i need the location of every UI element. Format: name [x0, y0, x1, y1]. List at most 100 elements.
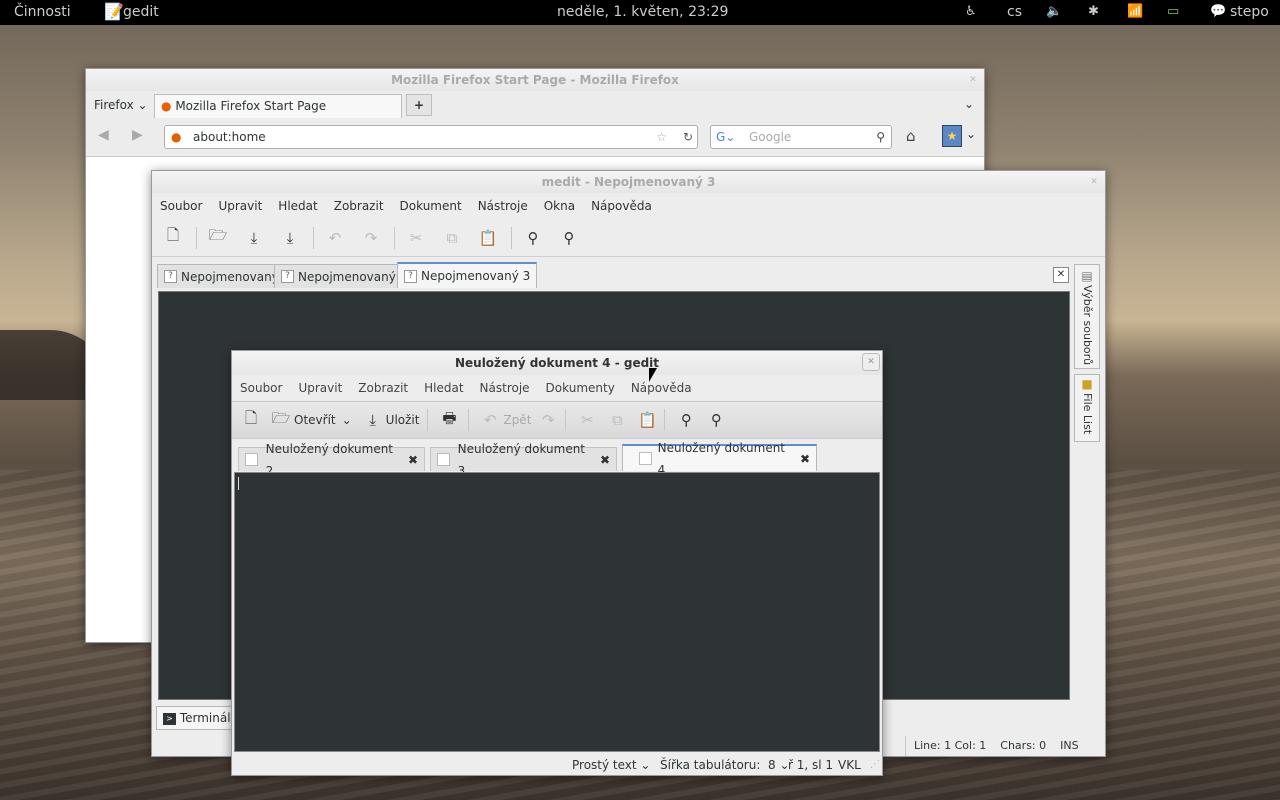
gedit-close-icon[interactable]: ✕ [862, 353, 880, 371]
tab-label: Nepojmenovaný 3 [421, 269, 531, 283]
text-cursor [238, 477, 239, 490]
paste-icon[interactable]: 📋 [634, 407, 660, 433]
side-tab-file-browser[interactable]: ▤ Výběr souborů [1074, 264, 1100, 369]
medit-menu-dokument[interactable]: Dokument [400, 199, 462, 213]
gedit-tab-4[interactable]: Neuložený dokument 4 ✖ [622, 441, 817, 477]
close-tab-icon[interactable]: ✕ [1053, 267, 1069, 283]
medit-tab-1[interactable]: ? Nepojmenovaný [157, 264, 286, 288]
undo-icon[interactable]: ↶ [322, 225, 348, 251]
copy-icon[interactable]: ⧉ [604, 407, 630, 433]
medit-close-icon[interactable]: ✕ [1089, 177, 1099, 187]
tab-width-selector[interactable]: Šířka tabulátoru: 8 ⌄ [660, 754, 790, 776]
close-tab-icon[interactable]: ✖ [800, 448, 810, 470]
medit-statusbar: Line: 1 Col: 1 Chars: 0 INS [905, 736, 1097, 756]
gedit-menu-soubor[interactable]: Soubor [240, 381, 282, 395]
side-tab-label: File List [1081, 393, 1094, 435]
bluetooth-icon[interactable]: ✱ [1088, 4, 1099, 19]
search-bar[interactable]: G⌄ Google ⚲ [710, 125, 892, 149]
gedit-menu-zobrazit[interactable]: Zobrazit [358, 381, 408, 395]
wifi-icon[interactable]: 📶 [1127, 4, 1143, 19]
find-replace-icon[interactable]: ⚲ [703, 407, 729, 433]
accessibility-icon[interactable]: ♿ [965, 4, 977, 19]
new-document-icon[interactable]: 🗋 [238, 407, 264, 433]
reload-icon[interactable]: ↻ [683, 126, 693, 148]
firefox-titlebar[interactable]: Mozilla Firefox Start Page - Mozilla Fir… [86, 69, 984, 91]
gedit-menu-hledat[interactable]: Hledat [424, 381, 463, 395]
user-menu[interactable]: stepo [1230, 4, 1269, 20]
side-tab-file-list[interactable]: ■ File List [1074, 374, 1100, 442]
save-icon[interactable]: ⤓ [360, 407, 386, 433]
clock[interactable]: neděle, 1. květen, 23:29 [557, 4, 728, 20]
battery-icon[interactable]: ▭ [1167, 4, 1179, 19]
bookmarks-icon[interactable]: ★ [942, 125, 962, 147]
app-menu[interactable]: gedit [123, 4, 159, 20]
terminal-tab[interactable]: > Terminál [156, 706, 232, 730]
separator [565, 409, 567, 431]
copy-icon[interactable]: ⧉ [439, 225, 465, 251]
firefox-menu-button[interactable]: Firefox ⌄ [94, 98, 148, 112]
open-recent-icon[interactable]: ⌄ [342, 413, 352, 427]
redo-icon[interactable]: ↷ [358, 225, 384, 251]
firefox-close-icon[interactable]: ✕ [968, 75, 978, 85]
save-icon[interactable]: ⤓ [241, 225, 267, 251]
find-icon[interactable]: ⚲ [520, 225, 546, 251]
medit-menu-zobrazit[interactable]: Zobrazit [334, 199, 384, 213]
keyboard-layout[interactable]: cs [1007, 4, 1022, 20]
google-engine-icon[interactable]: G⌄ [716, 126, 735, 148]
cut-icon[interactable]: ✂ [403, 225, 429, 251]
print-icon[interactable]: 🖶 [436, 407, 462, 433]
close-tab-icon[interactable]: ✖ [408, 449, 418, 471]
volume-icon[interactable]: 🔈 [1046, 4, 1062, 19]
save-as-icon[interactable]: ⤓ [277, 225, 303, 251]
search-icon[interactable]: ⚲ [876, 126, 885, 148]
gedit-menu-dokumenty[interactable]: Dokumenty [546, 381, 615, 395]
bookmarks-menu-icon[interactable]: ⌄ [966, 127, 976, 141]
url-bar[interactable]: ● about:home ☆ ↻ [164, 125, 698, 149]
close-tab-icon[interactable]: ✖ [600, 449, 610, 471]
medit-menu-okna[interactable]: Okna [544, 199, 575, 213]
gedit-titlebar[interactable]: Neuložený dokument 4 - gedit [232, 351, 882, 375]
medit-menu-napoveda[interactable]: Nápověda [591, 199, 652, 213]
gedit-menubar: Soubor Upravit Zobrazit Hledat Nástroje … [232, 375, 882, 401]
redo-icon[interactable]: ↷ [535, 407, 561, 433]
find-replace-icon[interactable]: ⚲ [556, 225, 582, 251]
firefox-tab-label: Mozilla Firefox Start Page [175, 99, 327, 113]
medit-menu-nastroje[interactable]: Nástroje [478, 199, 528, 213]
open-button-label[interactable]: Otevřít [294, 413, 336, 427]
paste-icon[interactable]: 📋 [475, 225, 501, 251]
medit-menu-hledat[interactable]: Hledat [278, 199, 317, 213]
medit-menu-upravit[interactable]: Upravit [218, 199, 262, 213]
home-icon[interactable]: ⌂ [906, 127, 916, 145]
medit-tab-3[interactable]: ? Nepojmenovaný 3 [397, 262, 538, 288]
side-tab-label: Výběr souborů [1081, 285, 1094, 366]
gedit-menu-nastroje[interactable]: Nástroje [480, 381, 530, 395]
gedit-statusbar: Prostý text ⌄ Šířka tabulátoru: 8 ⌄ ř 1,… [232, 754, 882, 776]
find-icon[interactable]: ⚲ [673, 407, 699, 433]
open-icon[interactable]: 🗁 [205, 225, 231, 251]
save-button-label[interactable]: Uložit [386, 413, 420, 427]
gedit-tab-2[interactable]: Neuložený dokument 2 ✖ [238, 442, 425, 478]
medit-titlebar[interactable]: medit - Nepojmenovaný 3 [152, 171, 1105, 193]
bookmark-star-icon[interactable]: ☆ [656, 126, 667, 148]
tab-list-icon[interactable]: ⌄ [964, 97, 974, 111]
chat-icon[interactable]: 💬 [1210, 4, 1226, 19]
forward-icon[interactable]: ▶ [132, 127, 143, 143]
undo-icon[interactable]: ↶ [477, 407, 503, 433]
medit-menu-soubor[interactable]: Soubor [160, 199, 202, 213]
gedit-menu-upravit[interactable]: Upravit [298, 381, 342, 395]
undo-button-label[interactable]: Zpět [503, 413, 531, 427]
cut-icon[interactable]: ✂ [574, 407, 600, 433]
resize-grip-icon[interactable]: ⋰ [870, 754, 880, 776]
firefox-tab[interactable]: ● Mozilla Firefox Start Page [154, 94, 402, 118]
gedit-menu-napoveda[interactable]: Nápověda [631, 381, 692, 395]
gedit-text-area[interactable] [234, 472, 880, 752]
language-mode-selector[interactable]: Prostý text ⌄ [572, 754, 650, 776]
new-tab-icon[interactable]: + [406, 94, 432, 116]
medit-tab-2[interactable]: ? Nepojmenovaný 2 [274, 264, 415, 288]
gedit-tab-3[interactable]: Neuložený dokument 3 ✖ [430, 442, 617, 478]
back-icon[interactable]: ◀ [98, 127, 109, 143]
open-icon[interactable]: 🗁 [268, 407, 294, 433]
activities-button[interactable]: Činnosti [14, 4, 71, 20]
firefox-logo-icon: ● [161, 99, 172, 113]
new-document-icon[interactable]: 🗋 [160, 225, 186, 251]
